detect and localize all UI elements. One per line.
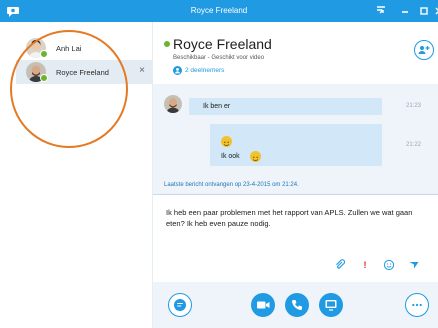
presence-available-icon: [164, 41, 170, 47]
maximize-icon[interactable]: [416, 3, 432, 19]
close-conversation-icon[interactable]: ×: [136, 65, 148, 76]
participants-link[interactable]: 2 deelnemers: [185, 67, 224, 74]
contact-name: Royce Freeland: [56, 68, 109, 77]
divider: [153, 194, 438, 195]
message-time: 21:22: [406, 142, 422, 148]
add-people-button[interactable]: [414, 40, 434, 60]
contact-name: Anh Lai: [56, 44, 82, 53]
message-input[interactable]: Ik heb een paar problemen met het rappor…: [166, 207, 426, 229]
attachment-icon[interactable]: [334, 259, 346, 271]
message-bubble-sent: Ik ook: [210, 124, 382, 166]
more-options-button[interactable]: [405, 293, 429, 317]
sender-avatar: [164, 95, 182, 113]
message-bubble-received: Ik ben er: [189, 98, 382, 115]
title-bar: Royce Freeland: [0, 0, 438, 22]
contact-item-royce-freeland[interactable]: Royce Freeland ×: [16, 60, 153, 84]
im-button[interactable]: [168, 293, 192, 317]
compact-view-icon[interactable]: [373, 3, 389, 19]
audio-call-button[interactable]: [285, 293, 309, 317]
close-window-icon[interactable]: [432, 3, 438, 19]
message-text: Ik ook: [221, 153, 240, 160]
message-time: 21:23: [406, 103, 422, 109]
contact-header-name[interactable]: Royce Freeland: [173, 36, 272, 52]
presence-available-icon: [40, 50, 48, 58]
contact-item-anh-lai[interactable]: Anh Lai: [16, 36, 153, 60]
emoticon-icon[interactable]: [383, 259, 395, 271]
smile-emoticon-icon: [221, 136, 232, 147]
contact-status: Beschikbaar - Geschikt voor video: [173, 55, 265, 61]
message-history: Ik ben er 21:23 Ik ook 21:22 Laatste ber…: [153, 84, 438, 194]
urgent-icon[interactable]: !: [359, 259, 371, 271]
video-call-button[interactable]: [251, 293, 275, 317]
participants-icon: [173, 66, 182, 75]
message-text: Ik ben er: [203, 103, 231, 110]
smile-emoticon-icon: [250, 151, 261, 162]
conversation-pane: Royce Freeland Beschikbaar - Geschikt vo…: [153, 22, 438, 328]
minimize-icon[interactable]: [397, 3, 413, 19]
last-received-notice: Laatste bericht ontvangen op 23-4-2015 o…: [164, 182, 299, 188]
send-icon[interactable]: [408, 259, 420, 271]
conversation-list: Anh Lai Royce Freeland ×: [0, 22, 153, 328]
call-controls: [153, 282, 438, 328]
share-screen-button[interactable]: [319, 293, 343, 317]
presence-available-icon: [40, 74, 48, 82]
